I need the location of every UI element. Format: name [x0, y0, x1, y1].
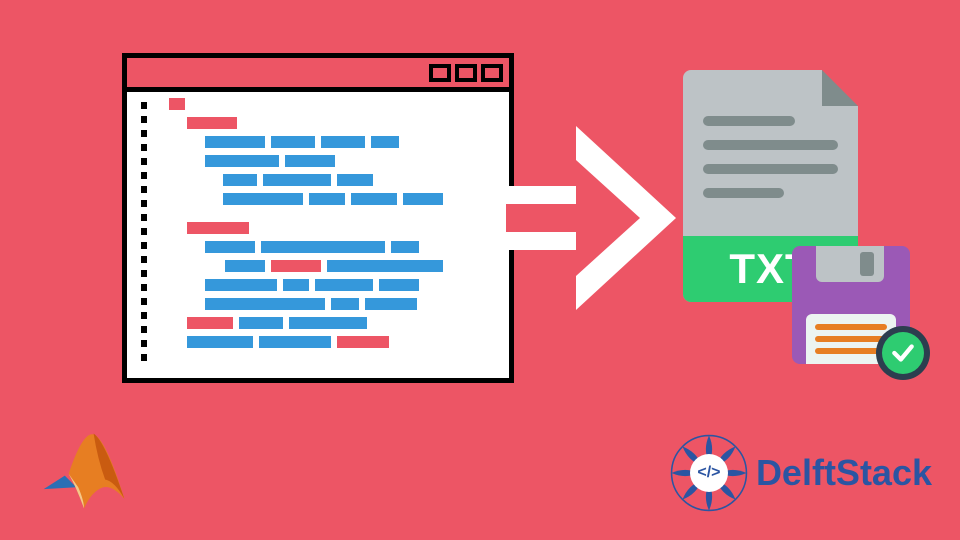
matlab-logo-icon	[36, 420, 132, 516]
code-window	[122, 53, 514, 383]
code-body	[141, 98, 499, 368]
window-button-icon	[481, 64, 503, 82]
delftstack-mandala-icon: </>	[670, 434, 748, 512]
window-titlebar	[127, 58, 509, 92]
delftstack-logo: </> DelftStack	[670, 434, 932, 512]
window-button-icon	[429, 64, 451, 82]
success-check-icon	[876, 326, 930, 380]
delftstack-badge-icon: </>	[690, 454, 728, 492]
line-number-gutter-icon	[141, 102, 147, 364]
doc-fold-corner-icon	[822, 70, 858, 106]
window-button-icon	[455, 64, 477, 82]
code-lines	[157, 98, 499, 355]
doc-text-lines-icon	[703, 116, 838, 198]
floppy-shutter-icon	[816, 246, 884, 282]
brand-name: DelftStack	[756, 452, 932, 494]
export-arrow-icon	[506, 126, 686, 310]
